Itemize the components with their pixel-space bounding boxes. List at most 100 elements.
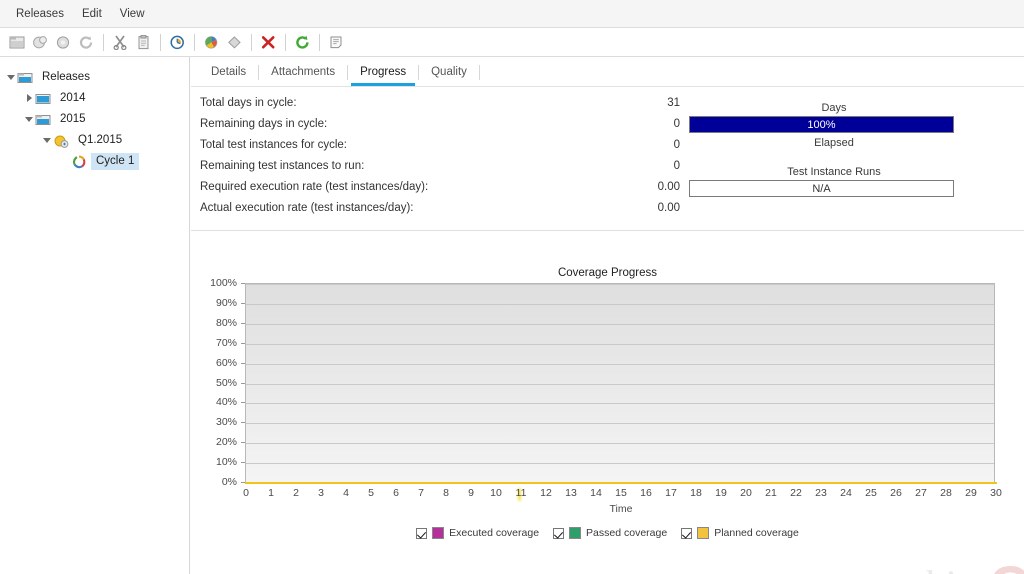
chart-x-tick-label: 16 (640, 487, 652, 499)
chart-x-tick-label: 26 (890, 487, 902, 499)
tree-node-label: 2014 (60, 92, 86, 104)
stat-value: 0 (673, 139, 680, 151)
chart-x-tick-label: 29 (965, 487, 977, 499)
chart-y-tick-mark (241, 442, 245, 444)
menu-item-releases[interactable]: Releases (8, 3, 72, 25)
toolbar-separator (194, 33, 195, 51)
release-folder-icon (35, 112, 51, 128)
menu-bar: Releases Edit View (0, 0, 1024, 28)
tree-node-2014[interactable]: 2014 (0, 88, 189, 109)
chart-y-tick-label: 90% (215, 296, 237, 309)
chart-x-tick-label: 15 (615, 487, 627, 499)
delete-icon[interactable] (257, 31, 279, 53)
content-panel: Details Attachments Progress Quality Tot… (191, 57, 1024, 574)
tab-progress[interactable]: Progress (348, 63, 418, 86)
report-icon[interactable] (325, 31, 347, 53)
tree-node-cycle-1[interactable]: Cycle 1 (0, 151, 189, 172)
chart-x-tick-label: 20 (740, 487, 752, 499)
legend-item[interactable]: Executed coverage (416, 527, 539, 539)
paste-icon[interactable] (132, 31, 154, 53)
coverage-progress-chart: Coverage Progress 0% 10% 20% 30% 40% 50% 60% 70… (191, 237, 1024, 574)
legend-checkbox[interactable] (553, 527, 565, 539)
legend-label: Executed coverage (449, 527, 540, 539)
chart-y-tick-label: 70% (215, 336, 237, 349)
diamond-icon[interactable] (223, 31, 245, 53)
chart-x-tick-label: 19 (715, 487, 727, 499)
chart-gridline (246, 383, 994, 385)
chart-x-tick-label: 7 (418, 487, 424, 499)
tree-node-q1-2015[interactable]: Q1.2015 (0, 130, 189, 151)
stat-value: 0 (673, 160, 680, 172)
days-gauge-value: 100% (807, 118, 836, 131)
chart-y-tick-mark (241, 302, 245, 304)
release-progress-window: Releases Edit View Releases 2014 2015 Q1… (0, 0, 1024, 574)
clock-icon[interactable] (166, 31, 188, 53)
test-runs-gauge-value: N/A (812, 182, 831, 195)
chart-x-tick-label: 30 (990, 487, 1002, 499)
legend-checkbox[interactable] (416, 527, 428, 539)
cut-icon[interactable] (109, 31, 131, 53)
chart-x-tick-label: 27 (915, 487, 927, 499)
chart-x-axis: 0 1 2 3 4 5 6 7 8 9 10 11 12 13 14 15 16 17 18 19 20 21 22 23 24… (191, 487, 1024, 501)
chart-y-tick-mark (241, 402, 245, 404)
analysis-icon[interactable] (200, 31, 222, 53)
tree-node-2015[interactable]: 2015 (0, 109, 189, 130)
release-icon (53, 133, 69, 149)
new-cycle-icon[interactable] (52, 31, 74, 53)
chart-y-tick-mark (241, 322, 245, 324)
toolbar (0, 28, 1024, 57)
section-divider (191, 230, 1024, 231)
chart-y-tick-label: 10% (215, 456, 237, 469)
legend-item[interactable]: Passed coverage (553, 527, 667, 539)
chevron-down-icon[interactable] (6, 72, 17, 83)
chart-x-tick-label: 0 (243, 487, 249, 499)
tab-details[interactable]: Details (199, 63, 258, 86)
chart-y-tick-mark (241, 382, 245, 384)
chart-gridline (246, 363, 994, 365)
refresh-tree-icon[interactable] (75, 31, 97, 53)
chart-x-tick-label: 6 (393, 487, 399, 499)
chart-x-tick-label: 25 (865, 487, 877, 499)
tab-underline-rule (191, 86, 1024, 87)
tab-attachments[interactable]: Attachments (259, 63, 347, 86)
toolbar-separator (103, 33, 104, 51)
stat-value: 0.00 (657, 202, 680, 214)
test-instance-runs-gauge: Test Instance Runs N/A (689, 166, 979, 197)
chart-x-tick-label: 3 (318, 487, 324, 499)
planned-coverage-line (245, 482, 997, 484)
tree-node-label: Cycle 1 (91, 153, 140, 170)
tree-node-releases[interactable]: Releases (0, 67, 189, 88)
legend-checkbox[interactable] (681, 527, 693, 539)
new-release-folder-icon[interactable] (6, 31, 28, 53)
legend-item[interactable]: Planned coverage (681, 527, 799, 539)
legend-label: Passed coverage (586, 527, 668, 539)
menu-item-view[interactable]: View (112, 3, 153, 25)
stat-row: Total days in cycle: 31 (200, 97, 700, 118)
releases-root-icon (17, 70, 33, 86)
chart-y-tick-label: 80% (215, 316, 237, 329)
stat-row: Required execution rate (test instances/… (200, 181, 700, 202)
chart-y-tick-mark (241, 342, 245, 344)
tab-quality[interactable]: Quality (419, 63, 479, 86)
chart-y-tick-label: 50% (215, 376, 237, 389)
chart-x-tick-label: 17 (665, 487, 677, 499)
chart-x-tick-label: 28 (940, 487, 952, 499)
chart-x-tick-label: 13 (565, 487, 577, 499)
chart-gridline (246, 403, 994, 405)
chevron-right-icon[interactable] (24, 93, 35, 104)
chart-gridline (246, 463, 994, 465)
legend-color-swatch (569, 527, 582, 539)
new-release-icon[interactable] (29, 31, 51, 53)
chevron-down-icon[interactable] (24, 114, 35, 125)
menu-item-edit[interactable]: Edit (74, 3, 110, 25)
cycle-icon (71, 154, 87, 170)
chevron-down-icon[interactable] (42, 135, 53, 146)
stat-row: Actual execution rate (test instances/da… (200, 202, 700, 223)
refresh-icon[interactable] (291, 31, 313, 53)
chart-y-tick-label: 40% (215, 396, 237, 409)
tab-separator (478, 65, 480, 80)
chart-y-tick-label: 20% (215, 436, 237, 449)
toolbar-separator (251, 33, 252, 51)
chart-gridline (246, 423, 994, 425)
